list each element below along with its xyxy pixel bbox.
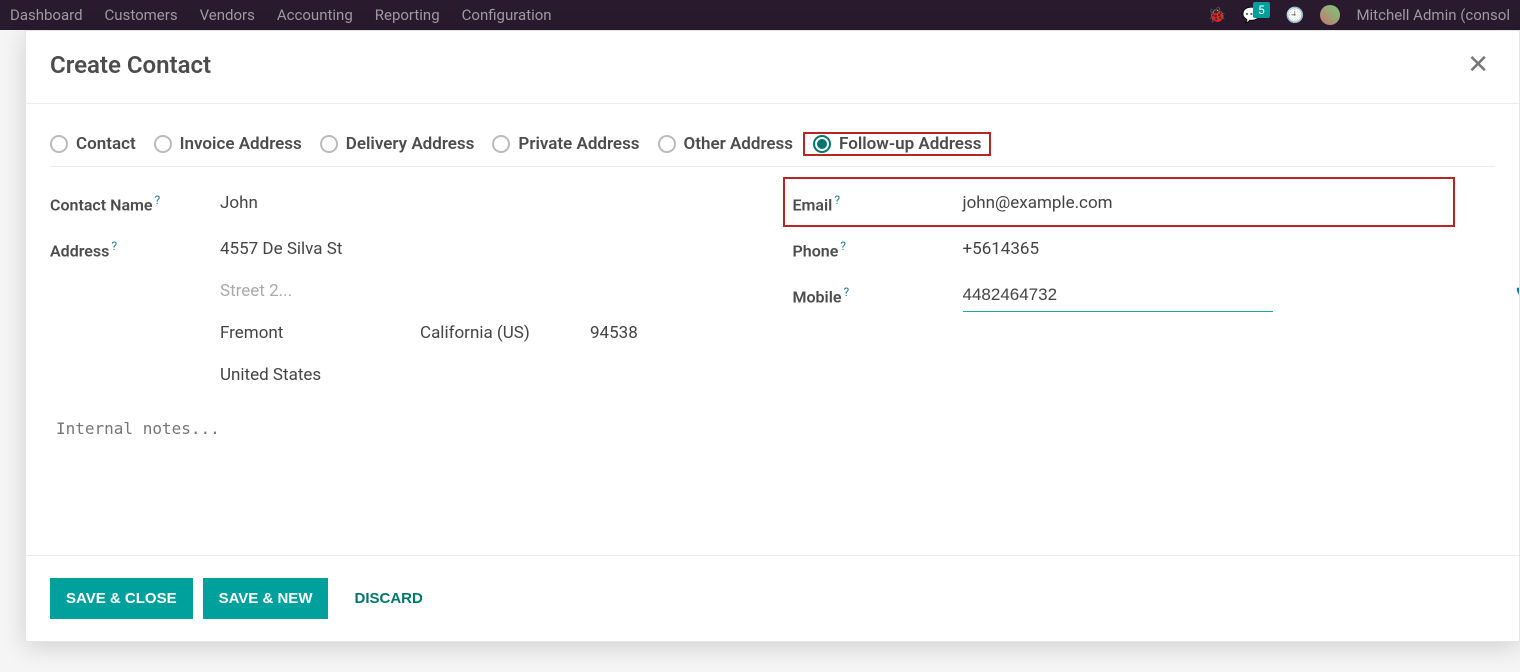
help-icon[interactable]: ? <box>155 193 161 207</box>
country-field[interactable]: United States <box>220 359 680 391</box>
street2-field[interactable]: Street 2... <box>220 275 680 307</box>
chat-icon[interactable]: 💬5 <box>1242 6 1269 24</box>
help-icon[interactable]: ? <box>840 239 846 253</box>
create-contact-modal: Create Contact ✕ Contact Invoice Address… <box>25 30 1520 642</box>
nav-reporting[interactable]: Reporting <box>375 6 440 24</box>
avatar[interactable] <box>1320 5 1340 25</box>
chat-badge: 5 <box>1253 2 1270 18</box>
label-address: Address? <box>50 233 220 260</box>
internal-notes-field[interactable] <box>50 405 1495 471</box>
contact-type-radios: Contact Invoice Address Delivery Address… <box>50 120 1495 167</box>
help-icon[interactable]: ? <box>111 239 117 253</box>
contact-name-field[interactable]: John <box>220 187 258 219</box>
nav-dashboard[interactable]: Dashboard <box>10 6 83 24</box>
save-new-button[interactable]: SAVE & NEW <box>203 578 329 619</box>
radio-other-address[interactable]: Other Address <box>658 134 794 154</box>
phone-icon <box>1515 286 1519 300</box>
state-field[interactable]: California (US) <box>420 317 590 349</box>
modal-title: Create Contact <box>50 51 211 79</box>
discard-button[interactable]: DISCARD <box>338 578 438 619</box>
radio-checked-icon <box>813 135 831 153</box>
nav-customers[interactable]: Customers <box>105 6 178 24</box>
nav-vendors[interactable]: Vendors <box>200 6 255 24</box>
nav-configuration[interactable]: Configuration <box>462 6 552 24</box>
help-icon[interactable]: ? <box>834 193 840 207</box>
radio-private-address[interactable]: Private Address <box>492 134 639 154</box>
close-icon[interactable]: ✕ <box>1461 52 1495 78</box>
top-nav: Dashboard Customers Vendors Accounting R… <box>0 0 1520 30</box>
label-contact-name: Contact Name? <box>50 187 220 214</box>
label-mobile: Mobile? <box>793 279 963 306</box>
help-icon[interactable]: ? <box>843 285 849 299</box>
user-name[interactable]: Mitchell Admin (consol <box>1356 6 1510 24</box>
radio-invoice-address[interactable]: Invoice Address <box>154 134 302 154</box>
street1-field[interactable]: 4557 De Silva St <box>220 233 680 265</box>
zip-field[interactable]: 94538 <box>590 317 680 349</box>
label-email: Email? <box>793 187 963 214</box>
clock-icon[interactable]: 🕘 <box>1286 6 1305 24</box>
nav-accounting[interactable]: Accounting <box>277 6 353 24</box>
email-field[interactable]: john@example.com <box>963 187 1113 219</box>
radio-followup-address[interactable]: Follow-up Address <box>813 134 981 154</box>
radio-delivery-address[interactable]: Delivery Address <box>320 134 475 154</box>
call-link[interactable]: Call <box>1515 284 1519 302</box>
save-close-button[interactable]: SAVE & CLOSE <box>50 578 193 619</box>
bug-icon[interactable]: 🐞 <box>1208 6 1227 24</box>
radio-contact[interactable]: Contact <box>50 134 136 154</box>
label-phone: Phone? <box>793 233 963 260</box>
city-field[interactable]: Fremont <box>220 317 420 349</box>
phone-field[interactable]: +5614365 <box>963 233 1040 265</box>
mobile-field[interactable] <box>963 279 1273 312</box>
